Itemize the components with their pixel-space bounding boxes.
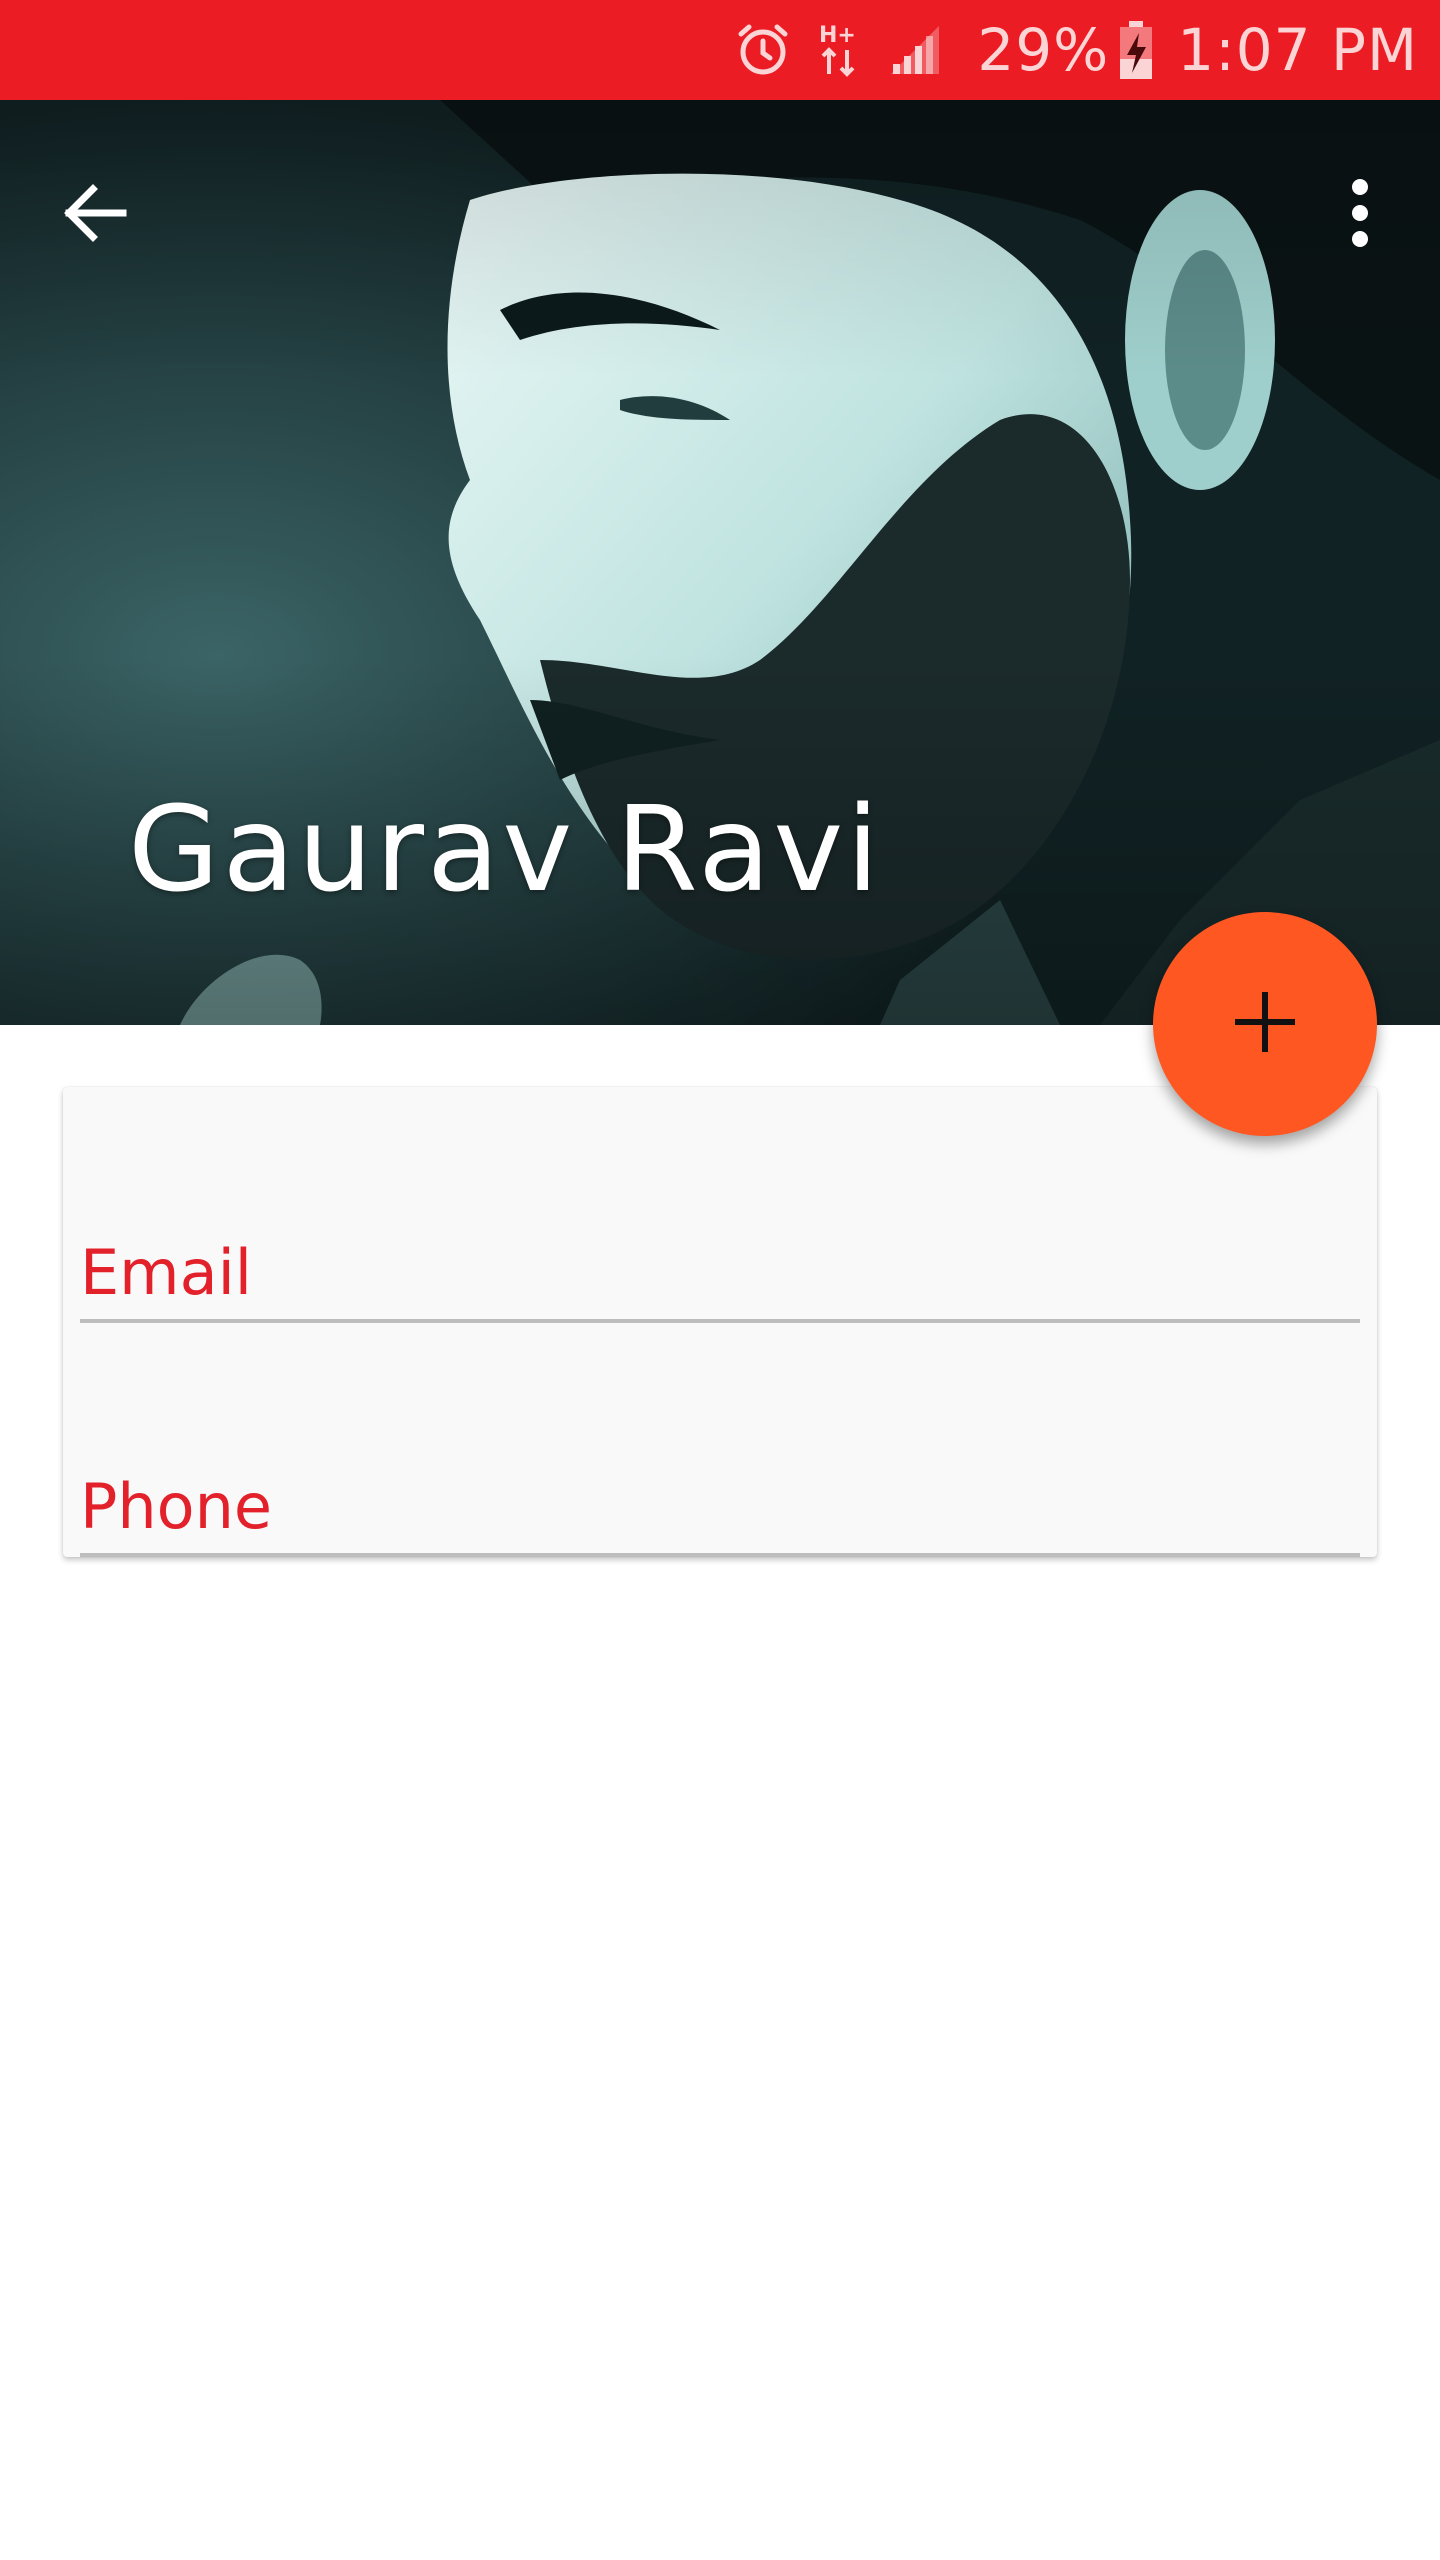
phone-field[interactable]: Phone: [80, 1447, 1360, 1557]
arrow-back-icon: [59, 177, 131, 253]
svg-text:H+: H+: [819, 23, 856, 48]
clock-time: 1:07 PM: [1177, 16, 1418, 84]
alarm-icon: [735, 22, 791, 78]
profile-header: Gaurav Ravi: [0, 100, 1440, 1025]
contact-form-card: Email Phone: [63, 1087, 1377, 1557]
network-hplus-icon: H+: [817, 20, 861, 80]
battery-percent: 29%: [977, 16, 1110, 84]
add-fab-button[interactable]: [1153, 912, 1377, 1136]
more-vert-icon: [1348, 177, 1372, 253]
back-button[interactable]: [50, 170, 140, 260]
signal-icon: [887, 22, 943, 78]
status-bar: H+ 29% 1:07 PM: [0, 0, 1440, 100]
battery-charging-icon: [1117, 19, 1155, 81]
email-label: Email: [80, 1236, 253, 1309]
overflow-menu-button[interactable]: [1330, 170, 1390, 260]
plus-icon: [1231, 988, 1299, 1060]
profile-name: Gaurav Ravi: [128, 780, 883, 918]
email-field[interactable]: Email: [80, 1213, 1360, 1323]
phone-label: Phone: [80, 1470, 273, 1543]
